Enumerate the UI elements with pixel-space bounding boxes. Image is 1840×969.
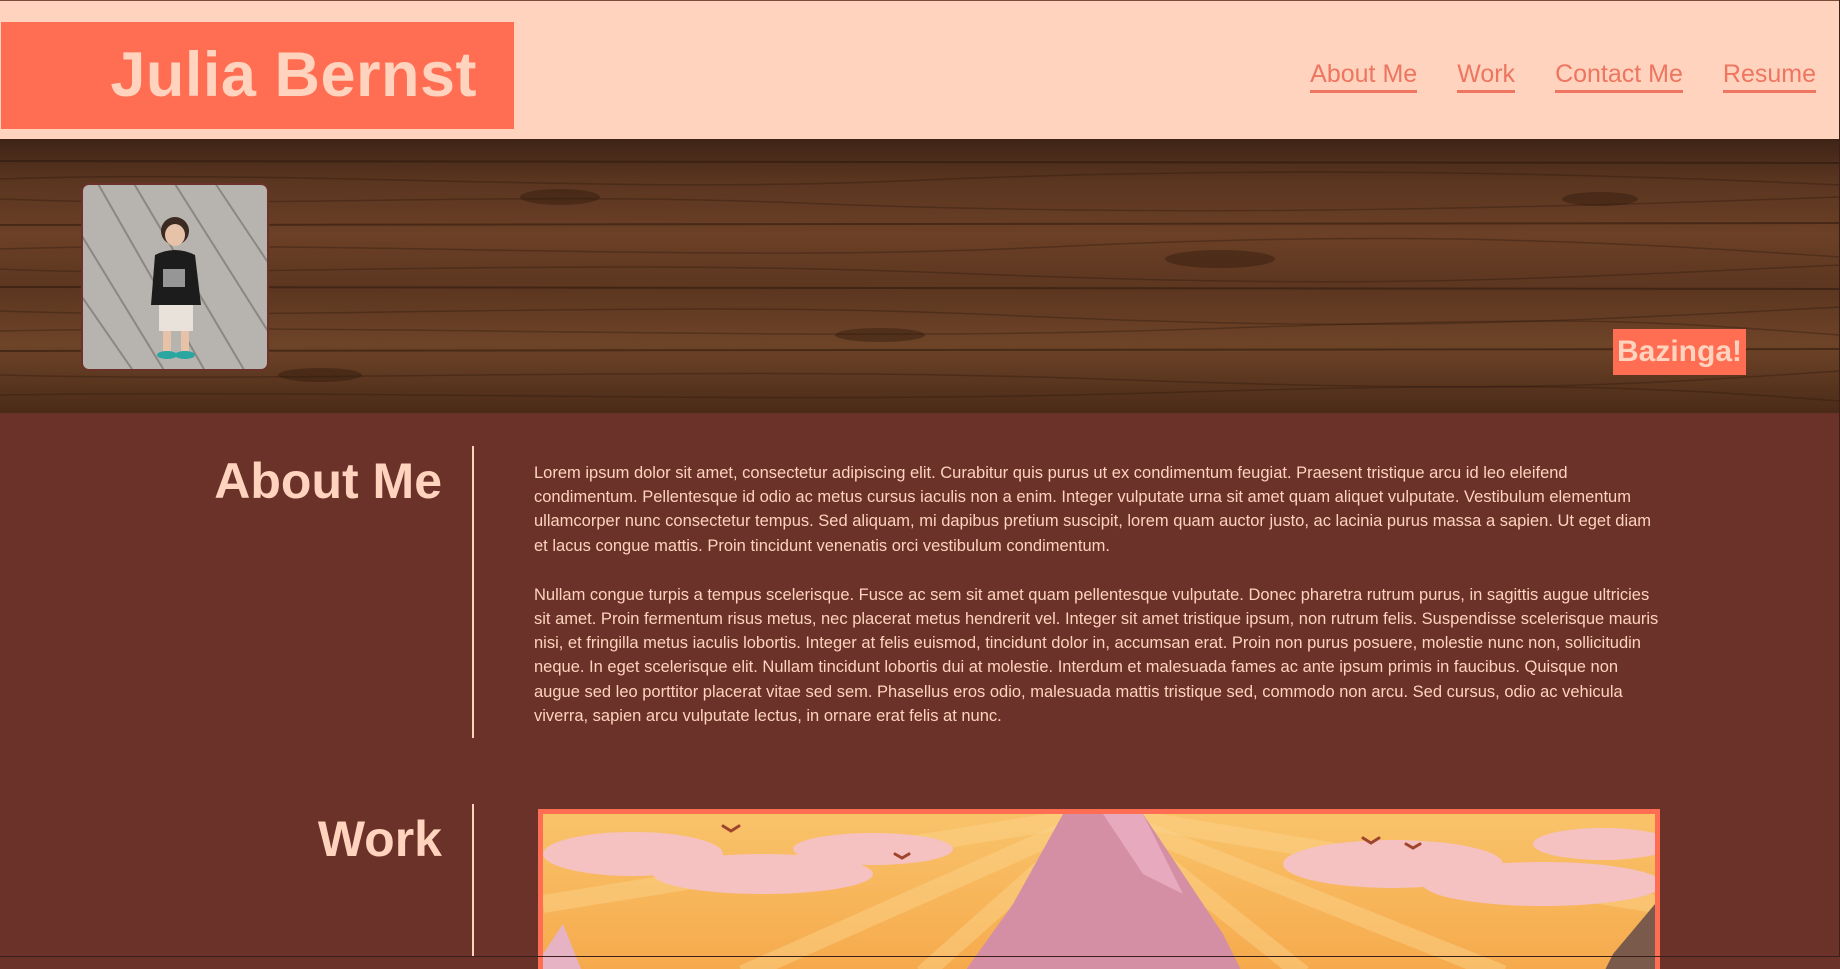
wood-background — [0, 139, 1840, 413]
nav-link-work[interactable]: Work — [1457, 59, 1516, 93]
about-paragraph-2: Nullam congue turpis a tempus scelerisqu… — [534, 585, 1659, 725]
brand-block[interactable]: Julia Bernst — [1, 22, 514, 129]
work-divider — [472, 804, 474, 957]
nav-link-contact-me[interactable]: Contact Me — [1555, 59, 1683, 93]
bazinga-badge: Bazinga! — [1613, 329, 1746, 375]
about-paragraph-1: Lorem ipsum dolor sit amet, consectetur … — [534, 464, 1652, 555]
work-illustration — [543, 814, 1655, 969]
work-image-frame[interactable] — [538, 809, 1660, 969]
profile-photo-image — [83, 185, 267, 369]
profile-photo — [81, 183, 269, 371]
about-divider — [472, 446, 474, 738]
site-title[interactable]: Julia Bernst — [110, 22, 477, 129]
main-nav: About Me Work Contact Me Resume — [1310, 59, 1816, 93]
about-me-text: Lorem ipsum dolor sit amet, consectetur … — [534, 461, 1664, 753]
about-me-heading: About Me — [214, 453, 442, 509]
nav-link-resume[interactable]: Resume — [1722, 59, 1816, 93]
nav-link-about-me[interactable]: About Me — [1310, 59, 1418, 93]
work-heading: Work — [317, 811, 442, 867]
hero-banner: Bazinga! — [0, 139, 1840, 413]
site-header: Julia Bernst About Me Work Contact Me Re… — [0, 0, 1840, 139]
